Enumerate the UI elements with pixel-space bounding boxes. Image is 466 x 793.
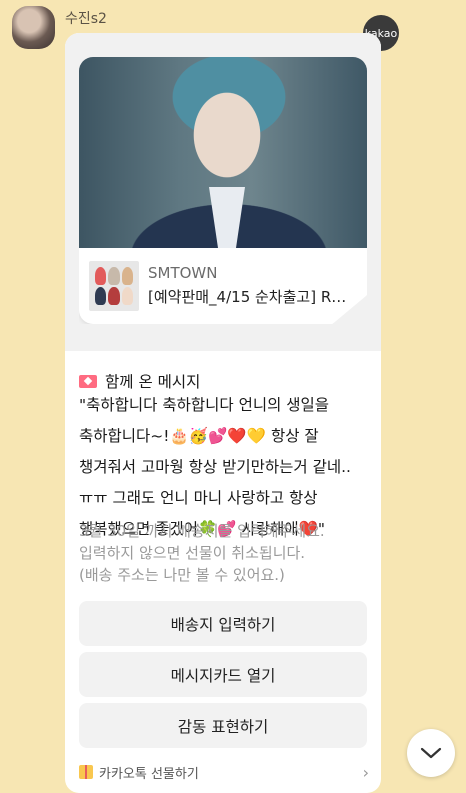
notice-line-1: 3월 30일 까지 배송지를 입력해주세요. bbox=[79, 522, 325, 540]
notice-line-2: 입력하지 않으면 선물이 취소됩니다. bbox=[79, 544, 306, 562]
avatar[interactable] bbox=[12, 6, 55, 49]
product-thumbnail bbox=[89, 261, 139, 311]
message-heading: 함께 온 메시지 bbox=[79, 370, 379, 392]
gift-service-footer[interactable]: 카카오톡 선물하기 › bbox=[79, 761, 369, 783]
product-image[interactable] bbox=[79, 57, 367, 248]
gift-card: SMTOWN [예약판매_4/15 순차출고] R… 함께 온 메시지 "축하합… bbox=[65, 33, 381, 793]
express-thanks-button[interactable]: 감동 표현하기 bbox=[79, 703, 367, 748]
product-area: SMTOWN [예약판매_4/15 순차출고] R… bbox=[65, 33, 381, 351]
product-info[interactable]: SMTOWN [예약판매_4/15 순차출고] R… bbox=[79, 248, 367, 324]
delivery-notice: 3월 30일 까지 배송지를 입력해주세요. 입력하지 않으면 선물이 취소됩니… bbox=[79, 520, 379, 586]
footer-label: 카카오톡 선물하기 bbox=[99, 766, 199, 782]
message-heading-label: 함께 온 메시지 bbox=[105, 373, 201, 391]
notice-line-3: (배송 주소는 나만 볼 수 있어요.) bbox=[79, 566, 285, 584]
product-brand: SMTOWN bbox=[148, 264, 218, 282]
message-emojis-1: 🎂🥳💕❤️💛 bbox=[169, 427, 267, 445]
open-message-card-button[interactable]: 메시지카드 열기 bbox=[79, 652, 367, 697]
gift-icon bbox=[79, 765, 93, 779]
chevron-right-icon: › bbox=[362, 762, 369, 782]
scroll-down-button[interactable] bbox=[407, 729, 455, 777]
product-title: [예약판매_4/15 순차출고] R… bbox=[148, 288, 347, 306]
chevron-down-icon bbox=[420, 747, 442, 759]
enter-address-button[interactable]: 배송지 입력하기 bbox=[79, 601, 367, 646]
sender-name: 수진s2 bbox=[65, 11, 107, 27]
message-block: 함께 온 메시지 "축하합니다 축하합니다 언니의 생일을 축하합니다~!🎂🥳💕… bbox=[79, 370, 379, 545]
envelope-icon bbox=[79, 374, 97, 388]
